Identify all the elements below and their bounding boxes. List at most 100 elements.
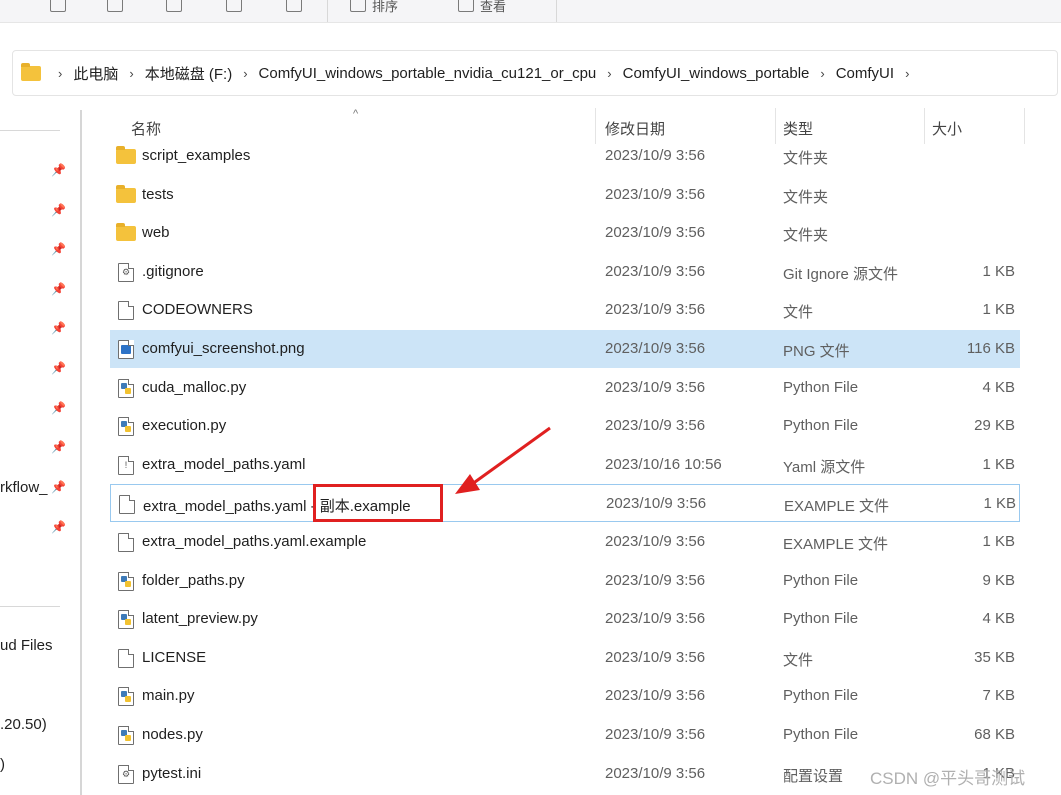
rename-icon[interactable] xyxy=(166,0,182,16)
toolbar-divider xyxy=(556,0,557,22)
file-size: 1 KB xyxy=(982,456,1015,473)
file-size: 1 KB xyxy=(982,301,1015,318)
settings-file-icon: ⚙ xyxy=(118,765,134,784)
breadcrumb-comfyui-nvidia[interactable]: ComfyUI_windows_portable_nvidia_cu121_or… xyxy=(259,65,597,82)
chevron-right-icon[interactable]: › xyxy=(905,66,909,81)
breadcrumb-drive[interactable]: 本地磁盘 (F:) xyxy=(145,63,233,84)
file-type: 文件夹 xyxy=(783,227,829,244)
pin-icon[interactable]: 📌 xyxy=(51,282,66,296)
breadcrumb-comfyui-portable[interactable]: ComfyUI_windows_portable xyxy=(623,65,810,82)
file-row[interactable]: extra_model_paths.yaml - 副本.example 2023/… xyxy=(110,484,1020,522)
file-name: folder_paths.py xyxy=(142,572,245,589)
delete-icon[interactable] xyxy=(286,0,302,16)
file-name: extra_model_paths.yaml.example xyxy=(142,533,367,550)
file-size: 35 KB xyxy=(974,649,1015,666)
file-row[interactable]: LICENSE 2023/10/9 3:56 文件 35 KB xyxy=(110,639,1020,677)
file-date: 2023/10/9 3:56 xyxy=(605,340,706,357)
file-type: EXAMPLE 文件 xyxy=(784,498,890,515)
pin-icon[interactable]: 📌 xyxy=(51,480,66,494)
nav-item-network[interactable]: .20.50) xyxy=(0,716,47,733)
file-row[interactable]: ! extra_model_paths.yaml 2023/10/16 10:56 Y… xyxy=(110,446,1020,484)
view-button[interactable]: 查看 xyxy=(458,0,506,16)
folder-icon xyxy=(21,62,41,81)
python-file-icon xyxy=(118,379,134,398)
share-icon[interactable] xyxy=(226,0,242,16)
column-header-name[interactable]: 名称 xyxy=(131,118,161,139)
pin-icon[interactable]: 📌 xyxy=(51,203,66,217)
toolbar-divider xyxy=(327,0,328,22)
paste-icon[interactable] xyxy=(107,0,123,16)
file-size: 29 KB xyxy=(974,417,1015,434)
pin-icon[interactable]: 📌 xyxy=(51,361,66,375)
file-name: main.py xyxy=(142,687,195,704)
sort-icon xyxy=(350,0,366,12)
column-divider[interactable] xyxy=(1024,108,1025,144)
file-type: Yaml 源文件 xyxy=(783,459,866,476)
file-row[interactable]: comfyui_screenshot.png 2023/10/9 3:56 PNG … xyxy=(110,330,1020,368)
file-date: 2023/10/9 3:56 xyxy=(606,495,707,512)
file-row[interactable]: extra_model_paths.yaml.example 2023/10/9 … xyxy=(110,523,1020,561)
watermark: CSDN @平头哥测试 xyxy=(870,769,1026,788)
file-date: 2023/10/9 3:56 xyxy=(605,147,706,164)
file-name: .gitignore xyxy=(142,263,204,280)
annotation-highlight-box xyxy=(313,484,443,522)
navigation-pane: 📌 📌 📌 📌 📌 📌 📌 📌 rkflow_ 📌 📌 ud Files .20… xyxy=(0,106,82,795)
file-row[interactable]: main.py 2023/10/9 3:56 Python File 7 KB xyxy=(110,677,1020,715)
nav-item-drive[interactable]: ) xyxy=(0,756,5,773)
sort-button[interactable]: 排序 xyxy=(350,0,398,16)
file-date: 2023/10/16 10:56 xyxy=(605,456,722,473)
pin-icon[interactable]: 📌 xyxy=(51,440,66,454)
file-name: extra_model_paths.yaml xyxy=(142,456,306,473)
pin-icon[interactable]: 📌 xyxy=(51,321,66,335)
view-label: 查看 xyxy=(480,0,507,14)
file-name: cuda_malloc.py xyxy=(142,379,247,396)
column-header-size[interactable]: 大小 xyxy=(932,118,962,139)
column-header-type[interactable]: 类型 xyxy=(783,118,813,139)
file-size: 1 KB xyxy=(982,263,1015,280)
file-type: EXAMPLE 文件 xyxy=(783,536,889,553)
file-name: pytest.ini xyxy=(142,765,202,782)
file-row[interactable]: ⚙ .gitignore 2023/10/9 3:56 Git Ignore 源文件 1… xyxy=(110,253,1020,291)
column-header-date[interactable]: 修改日期 xyxy=(605,118,665,139)
file-name: latent_preview.py xyxy=(142,610,258,627)
file-name: comfyui_screenshot.png xyxy=(142,340,305,357)
pin-icon[interactable]: 📌 xyxy=(51,520,66,534)
file-row[interactable]: web 2023/10/9 3:56 文件夹 xyxy=(110,214,1020,252)
folder-icon xyxy=(116,185,136,203)
nav-scrollbar[interactable] xyxy=(80,110,82,795)
pin-icon[interactable]: 📌 xyxy=(51,242,66,256)
file-size: 1 KB xyxy=(982,533,1015,550)
file-date: 2023/10/9 3:56 xyxy=(605,649,706,666)
file-name: CODEOWNERS xyxy=(142,301,253,318)
file-row[interactable]: tests 2023/10/9 3:56 文件夹 xyxy=(110,176,1020,214)
nav-item-workflow[interactable]: rkflow_ xyxy=(0,479,48,496)
file-name: web xyxy=(142,224,170,241)
file-row[interactable]: execution.py 2023/10/9 3:56 Python File 29 … xyxy=(110,407,1020,445)
chevron-right-icon: › xyxy=(129,65,134,81)
nav-item-cloud-files[interactable]: ud Files xyxy=(0,637,53,654)
python-file-icon xyxy=(118,687,134,706)
file-type: 文件 xyxy=(783,652,814,669)
pin-icon[interactable]: 📌 xyxy=(51,163,66,177)
pin-icon[interactable]: 📌 xyxy=(51,401,66,415)
file-type: 文件 xyxy=(783,304,814,321)
file-name: nodes.py xyxy=(142,726,203,743)
python-file-icon xyxy=(118,610,134,629)
file-date: 2023/10/9 3:56 xyxy=(605,572,706,589)
address-bar[interactable]: › 此电脑 › 本地磁盘 (F:) › ComfyUI_windows_port… xyxy=(12,50,1058,96)
file-date: 2023/10/9 3:56 xyxy=(605,301,706,318)
breadcrumb-comfyui[interactable]: ComfyUI xyxy=(836,65,894,82)
file-type: Python File xyxy=(783,726,859,743)
python-file-icon xyxy=(118,572,134,591)
file-row[interactable]: nodes.py 2023/10/9 3:56 Python File 68 KB xyxy=(110,716,1020,754)
file-row[interactable]: folder_paths.py 2023/10/9 3:56 Python File… xyxy=(110,562,1020,600)
file-type: PNG 文件 xyxy=(783,343,850,360)
breadcrumb-this-pc[interactable]: 此电脑 xyxy=(73,63,118,84)
file-row[interactable]: cuda_malloc.py 2023/10/9 3:56 Python File 4… xyxy=(110,369,1020,407)
file-row[interactable]: script_examples 2023/10/9 3:56 文件夹 xyxy=(110,137,1020,175)
nav-divider xyxy=(0,130,60,131)
file-row[interactable]: CODEOWNERS 2023/10/9 3:56 文件 1 KB xyxy=(110,291,1020,329)
copy-icon[interactable] xyxy=(50,0,66,16)
file-type: 文件夹 xyxy=(783,150,829,167)
file-row[interactable]: latent_preview.py 2023/10/9 3:56 Python Fi… xyxy=(110,600,1020,638)
